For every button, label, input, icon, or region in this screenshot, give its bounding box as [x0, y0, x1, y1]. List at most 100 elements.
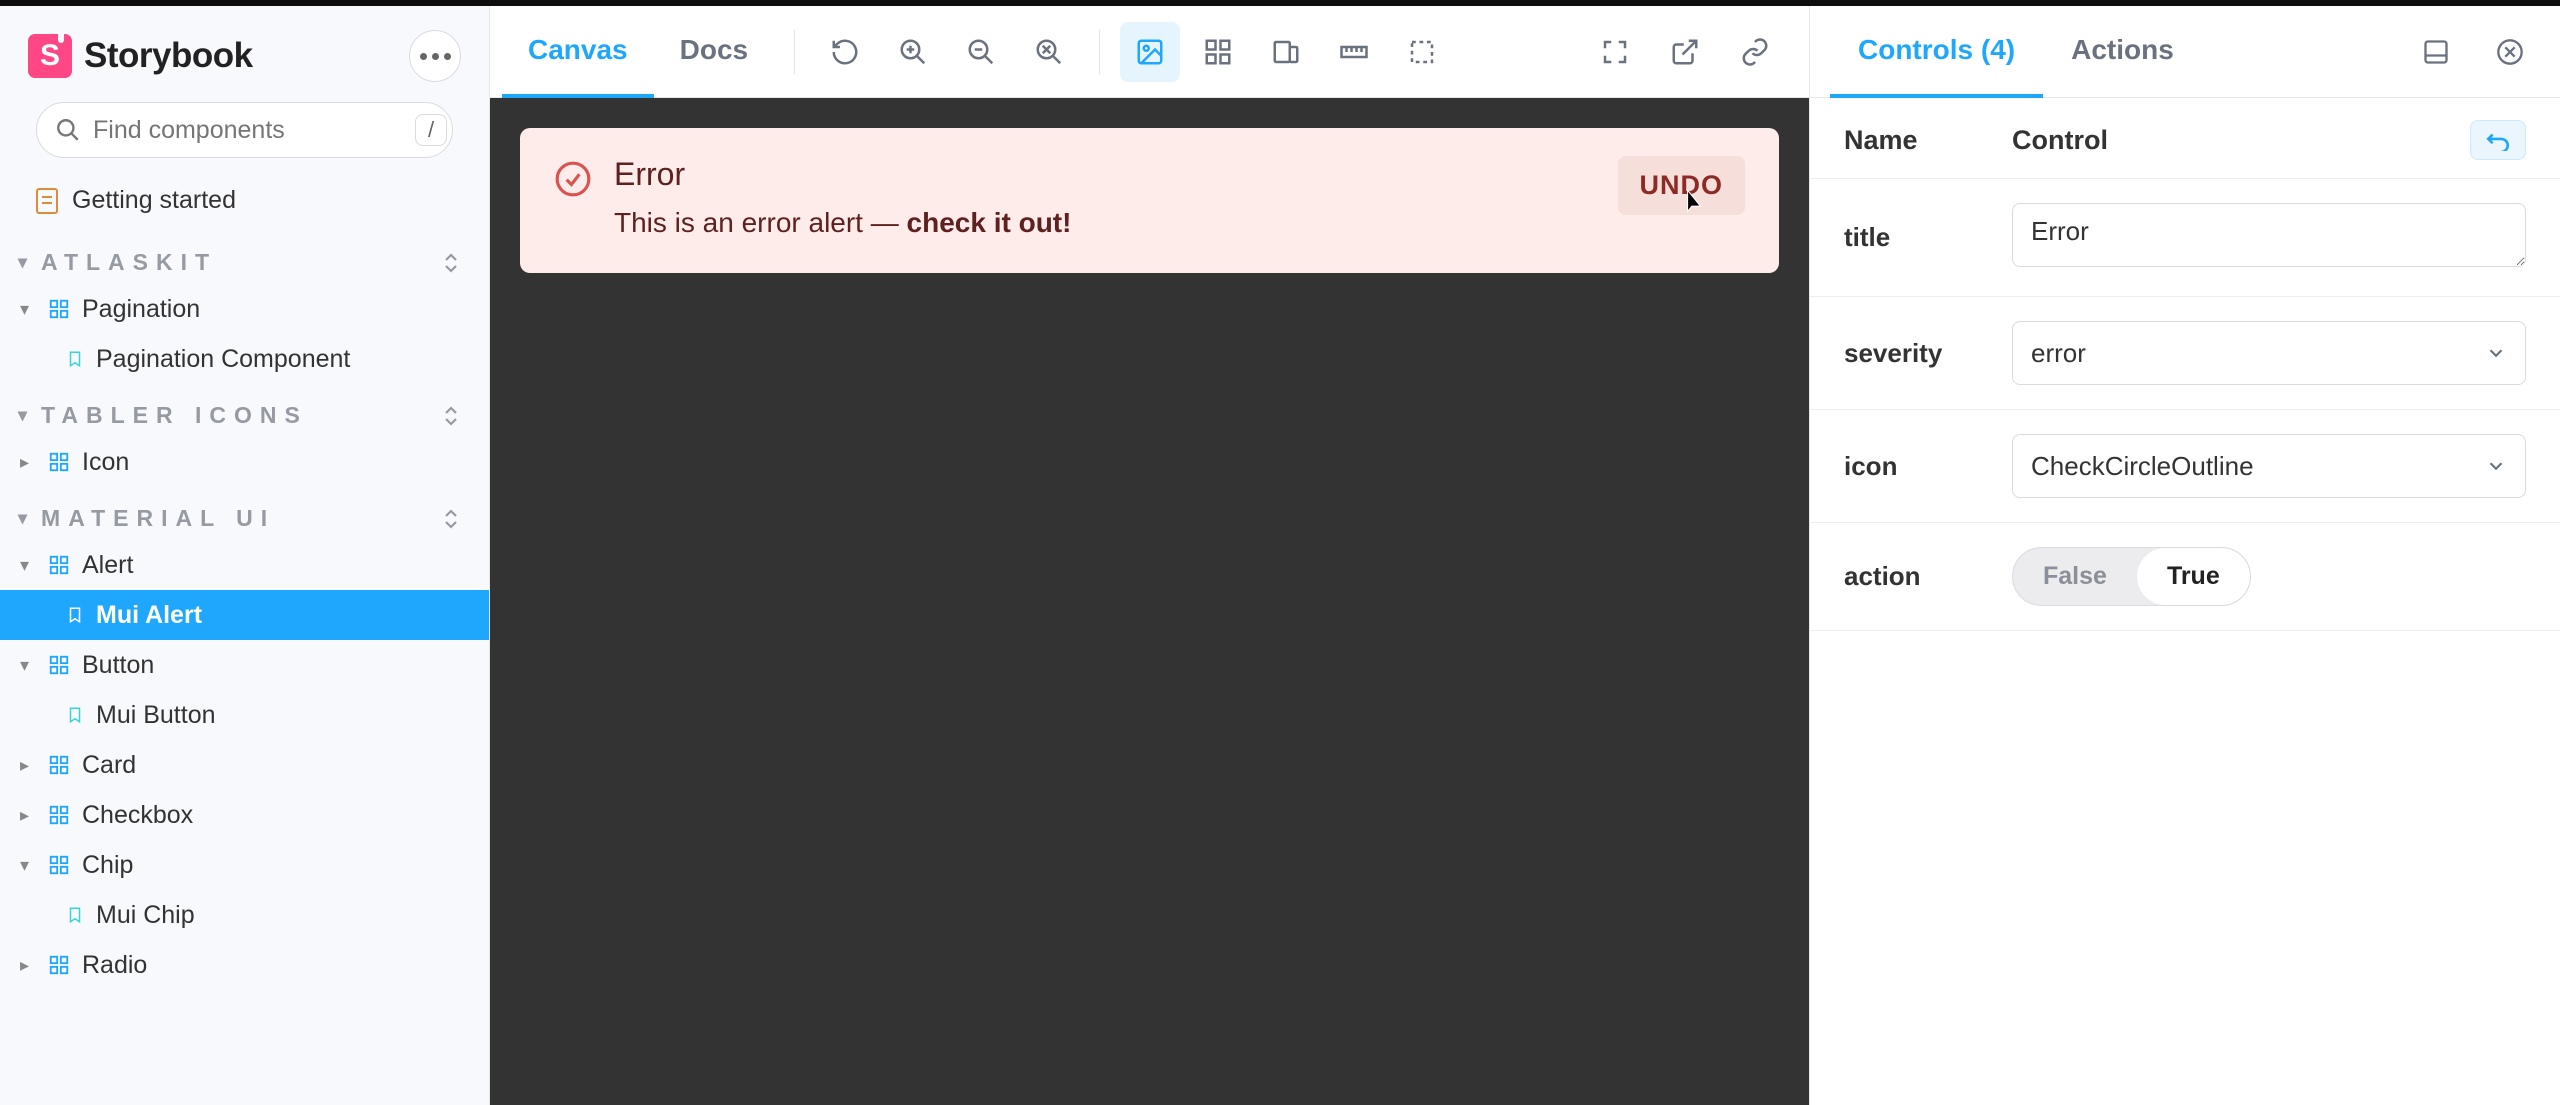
- tab-controls[interactable]: Controls (4): [1830, 7, 2043, 98]
- chevron-down-icon: [2485, 342, 2507, 364]
- panel-close-button[interactable]: [2480, 22, 2540, 82]
- zoom-out-icon: [966, 37, 996, 67]
- story-label: Pagination Component: [96, 340, 350, 378]
- component-icon: [48, 804, 70, 826]
- toggle-false[interactable]: False: [2013, 548, 2137, 605]
- title-input[interactable]: Error: [2012, 203, 2526, 267]
- open-isolated-button[interactable]: [1655, 22, 1715, 82]
- caret-right-icon: ▸: [20, 796, 36, 834]
- zoom-in-icon: [898, 37, 928, 67]
- external-link-icon: [1670, 37, 1700, 67]
- story-label: Mui Button: [96, 696, 216, 734]
- viewport-button[interactable]: [1256, 22, 1316, 82]
- sidebar-item-getting-started[interactable]: Getting started: [0, 180, 489, 231]
- zoom-reset-icon: [1034, 37, 1064, 67]
- expand-collapse-icon[interactable]: [441, 404, 461, 428]
- component-checkbox[interactable]: ▸ Checkbox: [0, 790, 489, 840]
- group-header-atlaskit[interactable]: ▾ATLASKIT: [0, 231, 489, 284]
- component-label: Chip: [82, 846, 133, 884]
- tab-docs[interactable]: Docs: [654, 7, 774, 98]
- fullscreen-icon: [1600, 37, 1630, 67]
- component-chip[interactable]: ▾ Chip: [0, 840, 489, 890]
- component-label: Radio: [82, 946, 147, 984]
- zoom-reset-button[interactable]: [1019, 22, 1079, 82]
- expand-collapse-icon[interactable]: [441, 251, 461, 275]
- fullscreen-button[interactable]: [1585, 22, 1645, 82]
- icon-select[interactable]: CheckCircleOutline: [2012, 434, 2526, 498]
- sidebar: S Storybook / Getting started ▾ATLASKIT …: [0, 6, 490, 1105]
- component-icon: [48, 754, 70, 776]
- component-label: Icon: [82, 443, 129, 481]
- chevron-down-icon: [2485, 455, 2507, 477]
- component-icon: [48, 654, 70, 676]
- control-row-action: action False True: [1810, 523, 2560, 631]
- alert-content: Error This is an error alert — check it …: [614, 156, 1596, 239]
- controls-header: Name Control: [1810, 98, 2560, 179]
- component-button[interactable]: ▾ Button: [0, 640, 489, 690]
- search-icon: [55, 117, 81, 143]
- storybook-logo[interactable]: S Storybook: [28, 34, 253, 78]
- undo-button[interactable]: UNDO: [1618, 156, 1746, 215]
- image-icon: [1135, 37, 1165, 67]
- story-mui-chip[interactable]: Mui Chip: [0, 890, 489, 940]
- panel-orientation-button[interactable]: [2406, 22, 2466, 82]
- storybook-logo-text: Storybook: [84, 36, 253, 76]
- control-row-icon: icon CheckCircleOutline: [1810, 410, 2560, 523]
- control-name: title: [1844, 222, 2012, 253]
- grid-button[interactable]: [1188, 22, 1248, 82]
- outline-button[interactable]: [1392, 22, 1452, 82]
- zoom-in-button[interactable]: [883, 22, 943, 82]
- sidebar-menu-button[interactable]: [409, 30, 461, 82]
- component-radio[interactable]: ▸ Radio: [0, 940, 489, 990]
- story-mui-alert[interactable]: Mui Alert: [0, 590, 489, 640]
- story-pagination-component[interactable]: Pagination Component: [0, 334, 489, 384]
- check-circle-outline-icon: [554, 160, 592, 198]
- group-header-mui[interactable]: ▾MATERIAL UI: [0, 487, 489, 540]
- expand-collapse-icon[interactable]: [441, 507, 461, 531]
- background-button[interactable]: [1120, 22, 1180, 82]
- component-icon[interactable]: ▸ Icon: [0, 437, 489, 487]
- alert-message: This is an error alert — check it out!: [614, 207, 1596, 239]
- remount-button[interactable]: [815, 22, 875, 82]
- story-label: Mui Chip: [96, 896, 195, 934]
- reset-controls-button[interactable]: [2470, 120, 2526, 160]
- control-name: icon: [1844, 451, 2012, 482]
- component-pagination[interactable]: ▾ Pagination: [0, 284, 489, 334]
- undo-icon: [2485, 129, 2511, 151]
- getting-started-label: Getting started: [72, 186, 236, 215]
- control-row-severity: severity error: [1810, 297, 2560, 410]
- separator: [794, 30, 795, 74]
- addons-panel: Controls (4) Actions Name Control title …: [1810, 6, 2560, 1105]
- search-field[interactable]: /: [36, 102, 453, 158]
- toggle-true[interactable]: True: [2137, 548, 2250, 605]
- component-icon: [48, 554, 70, 576]
- zoom-out-button[interactable]: [951, 22, 1011, 82]
- action-toggle[interactable]: False True: [2012, 547, 2251, 606]
- component-alert[interactable]: ▾ Alert: [0, 540, 489, 590]
- component-card[interactable]: ▸ Card: [0, 740, 489, 790]
- caret-down-icon: ▾: [20, 846, 36, 884]
- story-mui-button[interactable]: Mui Button: [0, 690, 489, 740]
- caret-down-icon: ▾: [18, 508, 35, 529]
- control-row-title: title Error: [1810, 179, 2560, 297]
- search-input[interactable]: [93, 116, 415, 145]
- bookmark-icon: [66, 904, 84, 926]
- control-name: severity: [1844, 338, 2012, 369]
- group-title: TABLER ICONS: [41, 402, 308, 429]
- close-circle-icon: [2496, 38, 2524, 66]
- component-icon: [48, 854, 70, 876]
- severity-select[interactable]: error: [2012, 321, 2526, 385]
- caret-down-icon: ▾: [18, 405, 35, 426]
- tab-canvas[interactable]: Canvas: [502, 7, 654, 98]
- tab-actions[interactable]: Actions: [2043, 7, 2202, 98]
- viewport-icon: [1271, 37, 1301, 67]
- group-header-tabler[interactable]: ▾ TABLER ICONS: [0, 384, 489, 437]
- copy-link-button[interactable]: [1725, 22, 1785, 82]
- measure-button[interactable]: [1324, 22, 1384, 82]
- component-label: Card: [82, 746, 136, 784]
- component-icon: [48, 451, 70, 473]
- caret-right-icon: ▸: [20, 946, 36, 984]
- mui-alert: Error This is an error alert — check it …: [520, 128, 1779, 273]
- group-title: ATLASKIT: [41, 249, 217, 276]
- component-icon: [48, 954, 70, 976]
